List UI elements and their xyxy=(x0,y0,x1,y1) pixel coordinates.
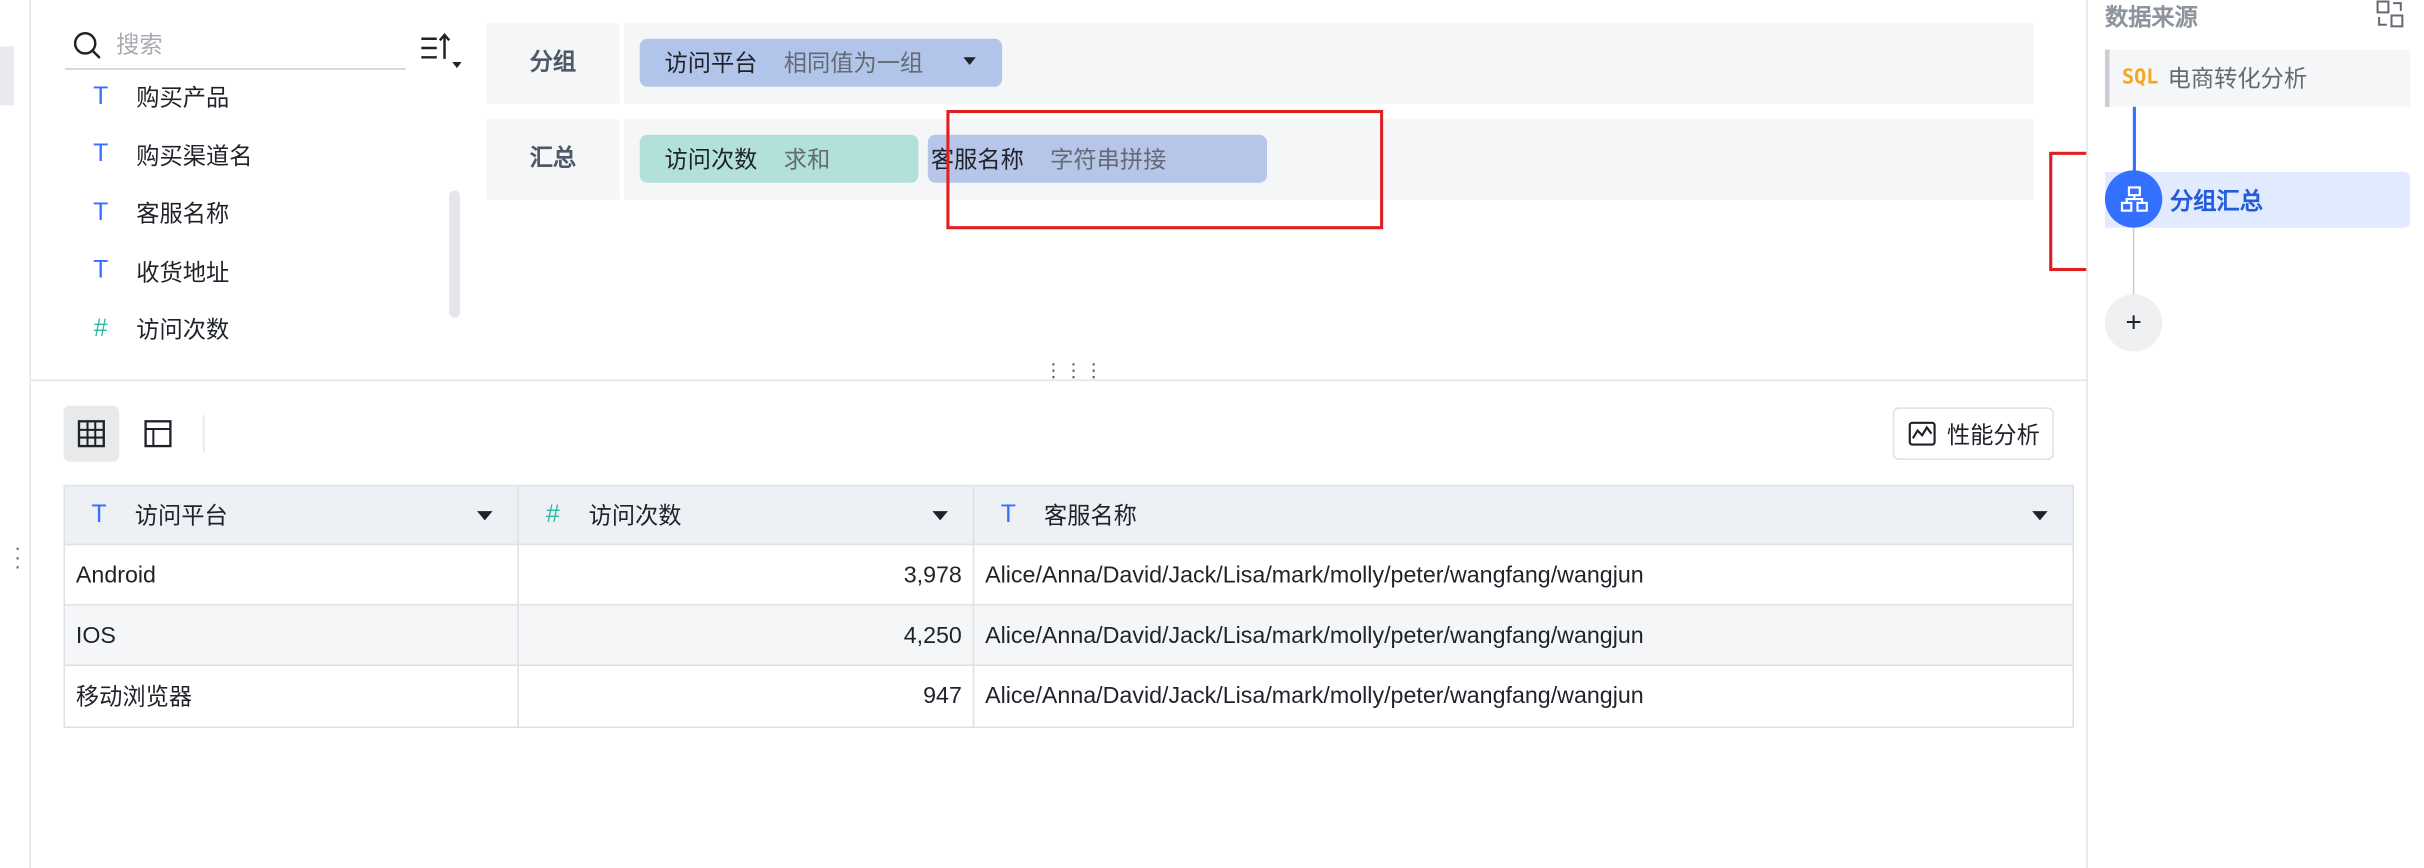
table-cell[interactable]: Alice/Anna/David/Jack/Lisa/mark/molly/pe… xyxy=(974,666,2072,726)
group-summary-node[interactable]: 分组汇总 xyxy=(2104,170,2411,228)
pill-mode: 相同值为一组 xyxy=(783,51,924,78)
text-type-icon: T xyxy=(93,141,109,168)
toolbar-divider xyxy=(202,415,205,453)
left-rail: · · · xyxy=(0,0,31,868)
column-header[interactable]: T 客服名称 xyxy=(974,486,2072,543)
field-name: 收货地址 xyxy=(136,259,230,287)
pill-mode: 求和 xyxy=(783,147,831,174)
table-cell[interactable]: Alice/Anna/David/Jack/Lisa/mark/molly/pe… xyxy=(974,545,2072,604)
number-type-icon: # xyxy=(546,501,560,528)
text-type-icon: T xyxy=(91,501,107,528)
field-item[interactable]: # 访问次数 xyxy=(31,300,449,358)
table-header-row: T 访问平台 # 访问次数 T 客服名称 xyxy=(65,486,2073,546)
chevron-down-icon[interactable] xyxy=(932,511,948,521)
number-type-icon: # xyxy=(93,315,108,342)
sql-icon: SQL xyxy=(2121,66,2159,90)
table-row[interactable]: 移动浏览器 947 Alice/Anna/David/Jack/Lisa/mar… xyxy=(65,666,2072,727)
table-row[interactable]: Android 3,978 Alice/Anna/David/Jack/Lisa… xyxy=(65,545,2073,606)
table-cell[interactable]: 947 xyxy=(519,666,975,727)
drag-handle-icon[interactable]: ⋮⋮⋮ xyxy=(1044,361,1103,388)
highlight-box xyxy=(946,109,1384,230)
summary-label: 汇总 xyxy=(486,119,625,200)
layout-view-button[interactable] xyxy=(130,406,186,462)
table-cell[interactable]: Alice/Anna/David/Jack/Lisa/mark/molly/pe… xyxy=(974,606,2072,665)
field-name: 购买渠道名 xyxy=(136,143,253,170)
grid-icon xyxy=(77,420,105,448)
chevron-down-icon[interactable] xyxy=(477,511,493,521)
table-cell[interactable]: 3,978 xyxy=(519,545,975,605)
pill-field-name: 访问次数 xyxy=(664,147,758,174)
table-cell[interactable]: 移动浏览器 xyxy=(65,666,519,727)
search-box xyxy=(65,20,406,70)
column-header-label: 访问次数 xyxy=(588,503,682,530)
add-node-button[interactable]: + xyxy=(2104,294,2163,352)
switch-view-icon[interactable] xyxy=(2376,0,2404,28)
field-item[interactable]: T 购买渠道名 xyxy=(31,126,449,184)
result-table: T 访问平台 # 访问次数 T 客服名称 Android 3,978 Alice… xyxy=(63,484,2074,728)
search-input[interactable] xyxy=(116,26,395,64)
text-type-icon: T xyxy=(93,199,109,226)
field-item[interactable]: T 客服名称 xyxy=(31,184,449,242)
column-header[interactable]: T 访问平台 xyxy=(65,486,519,544)
panel-title: 数据来源 xyxy=(2104,4,2198,31)
group-config-row: 分组 访问平台 相同值为一组 xyxy=(486,23,2034,104)
field-name: 客服名称 xyxy=(136,201,230,229)
table-cell[interactable]: IOS xyxy=(65,605,519,665)
rail-active-marker[interactable] xyxy=(0,46,14,106)
text-type-icon: T xyxy=(1000,501,1016,528)
field-name: 访问次数 xyxy=(136,317,230,345)
table-cell[interactable]: Android xyxy=(65,545,519,605)
performance-analysis-label: 性能分析 xyxy=(1946,422,2040,449)
text-type-icon: T xyxy=(93,257,109,284)
performance-chart-icon xyxy=(1908,421,1936,446)
layout-icon xyxy=(144,420,172,448)
performance-analysis-button[interactable]: 性能分析 xyxy=(1892,407,2054,461)
pill-field-name: 访问平台 xyxy=(664,51,758,78)
group-field-pill[interactable]: 访问平台 相同值为一组 xyxy=(639,38,1003,87)
group-summary-label: 分组汇总 xyxy=(2170,188,2263,215)
field-list: T 购买产品 T 购买渠道名 T 客服名称 T 收货地址 # 访问次数 xyxy=(31,68,449,358)
summary-field-pill[interactable]: 访问次数 求和 xyxy=(639,134,919,183)
field-item[interactable]: T 购买产品 xyxy=(31,68,449,126)
search-icon xyxy=(73,32,101,59)
chevron-down-icon[interactable] xyxy=(2032,511,2048,521)
source-node-label: 电商转化分析 xyxy=(2167,66,2308,93)
group-label: 分组 xyxy=(486,23,625,104)
table-view-button[interactable] xyxy=(63,405,120,462)
flow-connector xyxy=(2132,227,2135,295)
field-list-scrollbar[interactable] xyxy=(449,190,461,318)
data-source-panel: 数据来源 SQL 电商转化分析 分组汇总 + xyxy=(2086,0,2424,868)
table-row[interactable]: IOS 4,250 Alice/Anna/David/Jack/Lisa/mar… xyxy=(65,605,2073,667)
table-cell[interactable]: 4,250 xyxy=(519,605,975,665)
text-type-icon: T xyxy=(93,83,109,110)
column-header-label: 访问平台 xyxy=(134,503,228,530)
flow-connector xyxy=(2132,106,2136,172)
source-node[interactable]: SQL 电商转化分析 xyxy=(2104,49,2411,107)
column-header[interactable]: # 访问次数 xyxy=(519,486,975,544)
field-name: 购买产品 xyxy=(136,85,230,112)
chevron-down-icon[interactable] xyxy=(963,57,976,66)
rail-more-icon[interactable]: · · · xyxy=(14,536,21,576)
field-item[interactable]: T 收货地址 xyxy=(31,242,449,300)
group-node-icon xyxy=(2104,170,2163,228)
field-list-panel: T 购买产品 T 购买渠道名 T 客服名称 T 收货地址 # 访问次数 xyxy=(31,0,472,379)
column-header-label: 客服名称 xyxy=(1043,503,1137,530)
